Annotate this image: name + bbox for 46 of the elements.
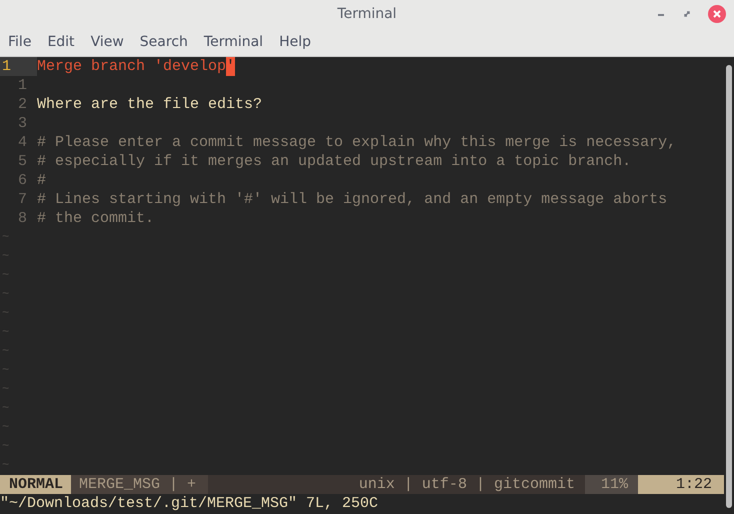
- maximize-icon[interactable]: [682, 9, 692, 19]
- line-number: 2: [16, 95, 28, 114]
- empty-line-marker: ~: [1, 343, 10, 360]
- line-number: 8: [16, 209, 28, 228]
- empty-line-marker: ~: [1, 419, 10, 436]
- comment-line: # Lines starting with '#' will be ignored, and an empty message aborts: [37, 190, 668, 209]
- scroll-percent: 11%: [584, 475, 638, 494]
- empty-line-marker: ~: [1, 267, 10, 284]
- line-number: 3: [16, 114, 28, 133]
- code-line: Where are the file edits?: [37, 95, 262, 114]
- menu-item[interactable]: File: [0, 28, 40, 56]
- scrollbar[interactable]: [726, 65, 732, 508]
- empty-line-marker: ~: [1, 457, 10, 474]
- cursor-position: 1:22: [638, 475, 724, 494]
- mode-indicator: NORMAL: [0, 475, 72, 494]
- line-number: 1: [16, 76, 28, 95]
- line-number: 4: [16, 133, 28, 152]
- empty-line-marker: ~: [1, 305, 10, 322]
- comment-line: # especially if it merges an updated upstream into a topic branch.: [37, 152, 632, 171]
- menu-item[interactable]: View: [82, 28, 132, 56]
- empty-line-marker: ~: [1, 362, 10, 379]
- empty-line-marker: ~: [1, 248, 10, 265]
- line-number: 6: [16, 171, 28, 190]
- line-number: 5: [16, 152, 28, 171]
- menu-item[interactable]: Help: [271, 28, 319, 56]
- empty-line-marker: ~: [1, 286, 10, 303]
- command-line-message: "~/Downloads/test/.git/MERGE_MSG" 7L, 250C: [0, 494, 380, 513]
- menu-item[interactable]: Terminal: [196, 28, 272, 56]
- comment-line: # the commit.: [37, 209, 154, 228]
- comment-line: # Please enter a commit message to explain why this merge is necessary,: [37, 133, 676, 152]
- line-number: 1: [0, 57, 37, 76]
- empty-line-marker: ~: [1, 400, 10, 417]
- file-info: unix | utf-8 | gitcommit: [358, 475, 576, 494]
- menu-item[interactable]: Edit: [39, 28, 83, 56]
- empty-line-marker: ~: [1, 438, 10, 455]
- file-name: MERGE_MSG | +: [71, 475, 208, 494]
- line-number: 7: [16, 190, 28, 209]
- comment-line: #: [37, 171, 46, 190]
- text-cursor: ': [226, 57, 236, 76]
- empty-line-marker: ~: [1, 229, 10, 246]
- empty-line-marker: ~: [1, 381, 10, 398]
- window-title: Terminal: [337, 4, 397, 24]
- empty-line-marker: ~: [1, 324, 10, 341]
- close-icon[interactable]: [708, 5, 726, 23]
- menu-item[interactable]: Search: [132, 28, 196, 56]
- code-line: Merge branch 'develop: [37, 57, 226, 76]
